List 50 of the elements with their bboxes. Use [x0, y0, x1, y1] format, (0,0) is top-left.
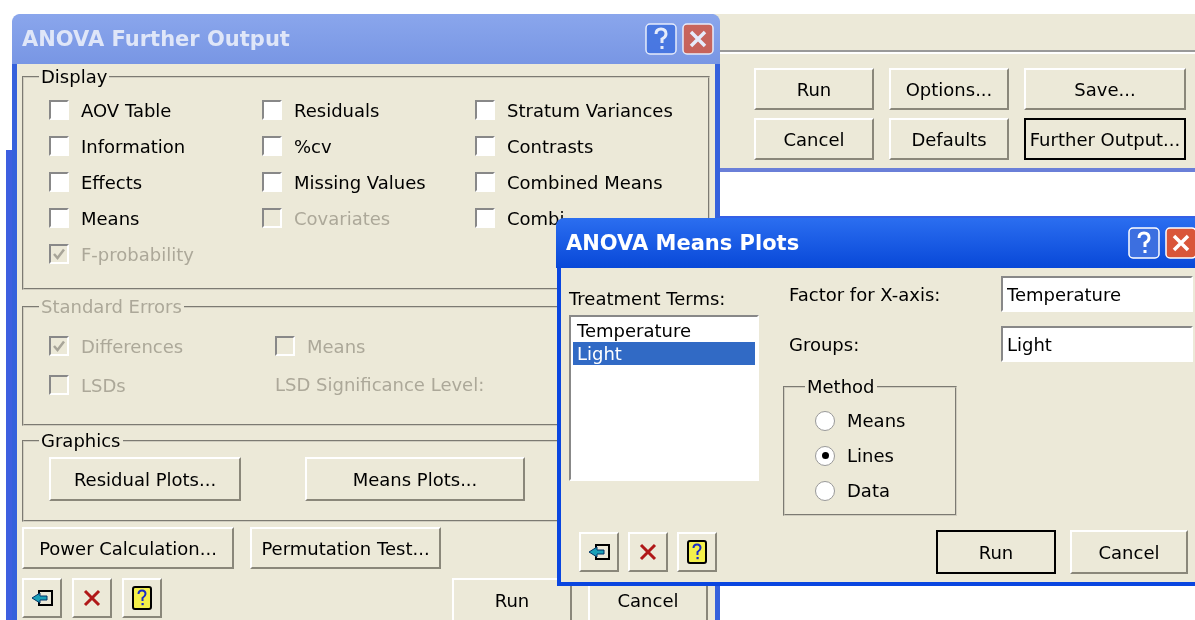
checkbox-label: Combined Means — [507, 171, 663, 193]
dialog-button[interactable]: Run — [754, 68, 874, 110]
radio-button[interactable] — [815, 410, 835, 431]
window-title: ANOVA Further Output — [22, 27, 291, 51]
group-label: Display — [40, 66, 109, 87]
dialog-button[interactable]: Save... — [1024, 68, 1186, 110]
field-label: Groups: — [788, 333, 861, 355]
group-label: Method — [806, 376, 876, 397]
window-title: ANOVA Means Plots — [566, 231, 801, 255]
dialog-button[interactable]: Cancel — [1070, 530, 1188, 574]
checkbox-label: Missing Values — [294, 171, 426, 193]
delete-icon[interactable] — [628, 532, 668, 572]
group-label: Standard Errors — [40, 296, 183, 317]
checkbox-label: Covariates — [294, 207, 391, 229]
checkbox-label: LSDs — [81, 374, 126, 396]
checkbox-label: Means — [307, 335, 366, 357]
dialog-button[interactable]: Options... — [889, 68, 1009, 110]
input-field[interactable]: Temperature — [1001, 276, 1193, 312]
help-icon[interactable] — [677, 532, 717, 572]
list-item[interactable]: Light — [573, 342, 755, 365]
dialog-button[interactable]: Run — [936, 530, 1056, 574]
radio-label: Lines — [847, 445, 894, 466]
checkbox-label: Contrasts — [507, 135, 594, 157]
checkbox-label: Differences — [81, 335, 184, 357]
list-item[interactable]: Temperature — [573, 319, 755, 342]
checkbox-label: Effects — [81, 171, 143, 193]
input-field[interactable]: Light — [1001, 326, 1193, 362]
checkbox-label: AOV Table — [81, 99, 172, 121]
treatment-terms-list[interactable]: Temperature Light — [569, 315, 759, 481]
checkmark-icon — [52, 247, 66, 261]
radio-label: Means — [847, 410, 906, 431]
checkbox-label: Means — [81, 207, 140, 229]
dialog-button[interactable]: Further Output... — [1024, 118, 1186, 160]
dialog-button[interactable]: Cancel — [754, 118, 874, 160]
checkbox-label: Information — [81, 135, 186, 157]
checkbox-label: Stratum Variances — [507, 99, 673, 121]
checkmark-icon — [52, 339, 66, 353]
radio-button[interactable] — [815, 480, 835, 501]
list-label: Treatment Terms: — [569, 288, 727, 309]
radio-button[interactable] — [815, 445, 835, 466]
checkbox-label: F-probability — [81, 243, 194, 265]
close-icon[interactable] — [1165, 227, 1195, 259]
checkbox-label: %cv — [294, 135, 332, 157]
field-label: Factor for X-axis: — [788, 283, 942, 305]
dialog-button[interactable]: Defaults — [889, 118, 1009, 160]
field-label: LSD Significance Level: — [275, 374, 486, 396]
group-label: Graphics — [40, 430, 122, 451]
checkbox-label: Residuals — [294, 99, 380, 121]
radio-label: Data — [847, 480, 890, 501]
exit-icon[interactable] — [579, 532, 619, 572]
